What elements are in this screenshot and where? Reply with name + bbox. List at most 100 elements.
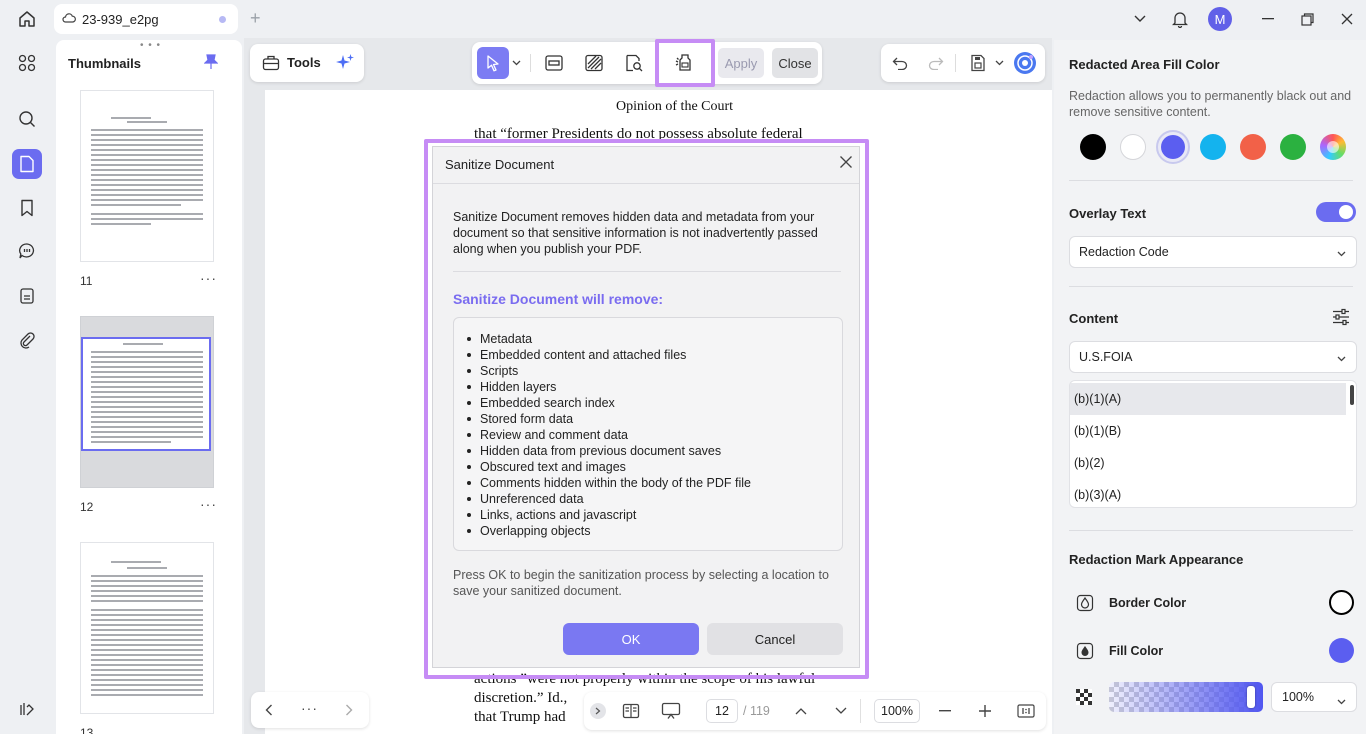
page-number-input[interactable]: 12 (706, 699, 738, 723)
opacity-select[interactable]: 100% (1271, 682, 1357, 712)
next-page-icon[interactable] (341, 701, 357, 719)
custom-color-picker-icon[interactable] (1320, 134, 1346, 160)
more-pages-icon[interactable]: ··· (301, 700, 318, 716)
redact-pages-icon[interactable] (582, 52, 606, 74)
actual-size-icon[interactable] (1016, 702, 1036, 720)
ai-assistant-icon[interactable] (1013, 51, 1037, 75)
select-cursor-icon[interactable] (477, 47, 509, 79)
stamp-icon[interactable] (12, 281, 42, 311)
edit-toolbar (881, 44, 1045, 82)
redaction-codes-list: (b)(1)(A) (b)(1)(B) (b)(2) (b)(3)(A) (1069, 380, 1357, 508)
tab-title: 23-939_e2pg (82, 11, 159, 27)
close-window-icon[interactable] (1337, 8, 1357, 30)
title-bar: 23-939_e2pg + M (0, 0, 1366, 38)
swatch-white[interactable] (1120, 134, 1146, 160)
cloud-icon (62, 12, 76, 27)
fill-color-swatch[interactable] (1329, 638, 1354, 663)
search-icon[interactable] (12, 104, 42, 134)
zoom-level[interactable]: 100% (874, 699, 920, 723)
attachment-icon[interactable] (12, 325, 42, 355)
panel-drag-handle[interactable]: • • • (140, 40, 161, 51)
presentation-icon[interactable] (660, 701, 682, 721)
apply-button[interactable]: Apply (718, 48, 764, 78)
more-options-icon[interactable]: ··· (200, 270, 217, 286)
home-icon[interactable] (14, 8, 40, 30)
overlay-text-title: Overlay Text (1069, 206, 1147, 221)
redaction-properties-panel: Redacted Area Fill Color Redaction allow… (1054, 40, 1366, 734)
opacity-slider-knob[interactable] (1247, 686, 1255, 708)
swatch-orange[interactable] (1240, 134, 1266, 160)
bookmark-icon[interactable] (12, 193, 42, 223)
content-settings-sliders-icon[interactable] (1330, 306, 1352, 328)
layers-icon[interactable] (12, 694, 42, 724)
page-total: / 119 (743, 704, 770, 718)
toolbox-icon[interactable] (260, 53, 282, 73)
scroll-down-icon[interactable] (832, 703, 850, 719)
appearance-title: Redaction Mark Appearance (1069, 552, 1244, 567)
user-avatar[interactable]: M (1208, 7, 1232, 31)
thumbnail-page-number: 13 (80, 726, 94, 734)
thumbnails-title: Thumbnails (68, 56, 141, 71)
overlay-text-select[interactable]: Redaction Code (1069, 236, 1357, 268)
unsaved-dot-icon (219, 16, 226, 23)
opacity-checker-icon (1075, 688, 1093, 706)
tools-label[interactable]: Tools (287, 55, 321, 70)
thumbnail-page-number: 11 (80, 274, 93, 288)
save-dropdown-chevron-icon[interactable] (993, 58, 1005, 68)
highlight-sanitize-tool (655, 39, 715, 87)
page-header: Opinion of the Court (616, 99, 734, 114)
swatch-cyan[interactable] (1200, 134, 1226, 160)
previous-page-icon[interactable] (261, 701, 277, 719)
search-redact-icon[interactable] (622, 52, 646, 74)
border-color-label: Border Color (1109, 596, 1187, 610)
swatch-black[interactable] (1080, 134, 1106, 160)
scroll-up-icon[interactable] (792, 703, 810, 719)
border-color-drop-icon (1073, 592, 1097, 614)
overlay-text-toggle[interactable] (1316, 202, 1356, 222)
chevron-down-icon (1337, 246, 1346, 260)
overlay-text-value: Redaction Code (1079, 245, 1169, 259)
page-layout-icon[interactable] (620, 701, 642, 721)
swatch-green[interactable] (1280, 134, 1306, 160)
document-tab[interactable]: 23-939_e2pg (54, 4, 238, 34)
thumbnail-image (80, 90, 214, 262)
redo-icon[interactable] (925, 53, 947, 73)
more-options-icon[interactable]: ··· (200, 496, 217, 512)
content-title: Content (1069, 311, 1119, 326)
chevron-down-icon[interactable] (1130, 8, 1150, 30)
undo-icon[interactable] (889, 53, 911, 73)
codes-scrollbar[interactable] (1350, 385, 1354, 405)
select-dropdown-chevron-icon[interactable] (510, 56, 522, 70)
pin-icon[interactable] (203, 54, 219, 73)
code-item[interactable]: (b)(3)(A) (1070, 479, 1346, 507)
save-icon[interactable] (967, 53, 989, 73)
code-item[interactable]: (b)(2) (1070, 447, 1346, 479)
page-nav-bar: ··· (251, 692, 369, 728)
content-select-value: U.S.FOIA (1079, 350, 1133, 364)
pages-icon[interactable] (12, 149, 42, 179)
close-redaction-button[interactable]: Close (772, 48, 818, 78)
restore-icon[interactable] (1297, 8, 1317, 30)
bell-icon[interactable] (1170, 8, 1190, 30)
tools-toolbar: Tools (250, 44, 364, 82)
zoom-in-icon[interactable] (976, 702, 994, 720)
left-rail (0, 38, 54, 734)
code-item[interactable]: (b)(1)(B) (1070, 415, 1346, 447)
ai-sparkle-icon[interactable] (334, 53, 356, 73)
grid-apps-icon[interactable] (12, 48, 42, 78)
code-item[interactable]: (b)(1)(A) (1070, 383, 1346, 415)
collapse-arrow-icon[interactable] (590, 703, 606, 719)
border-color-swatch[interactable] (1329, 590, 1354, 615)
comment-icon[interactable] (12, 236, 42, 266)
minimize-icon[interactable] (1258, 8, 1278, 30)
zoom-out-icon[interactable] (936, 703, 954, 719)
swatch-blue-selected-ring[interactable] (1156, 130, 1190, 164)
thumbnail-image (80, 316, 214, 488)
thumbnail-image (80, 542, 214, 714)
content-select[interactable]: U.S.FOIA (1069, 341, 1357, 373)
view-controls-bar: 12 / 119 100% (584, 692, 1046, 730)
opacity-slider[interactable] (1109, 682, 1263, 712)
mark-redaction-icon[interactable] (542, 52, 566, 74)
chevron-down-icon (1337, 351, 1346, 365)
new-tab-plus-icon[interactable]: + (250, 9, 261, 27)
